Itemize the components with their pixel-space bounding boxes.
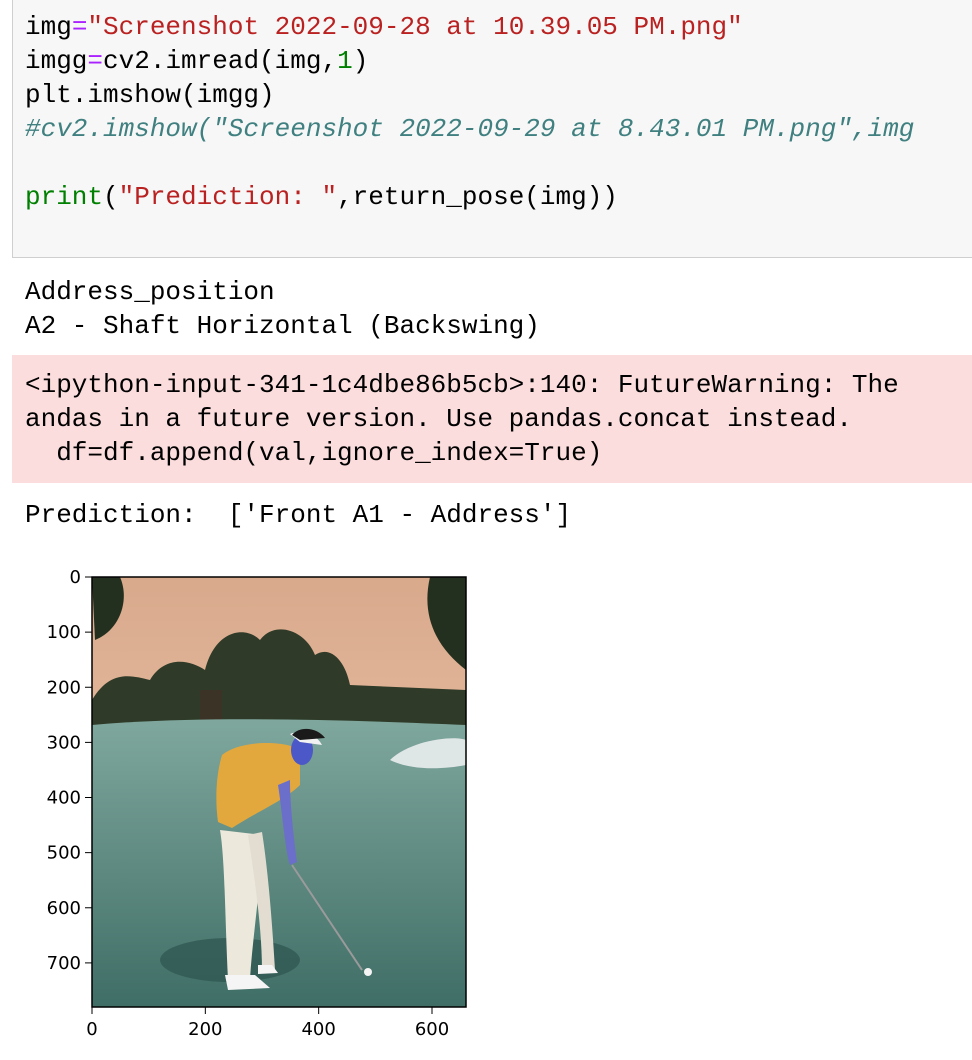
warning-line: andas in a future version. Use pandas.co… bbox=[25, 404, 852, 434]
y-tick-label: 700 bbox=[47, 953, 81, 974]
code-line-4: #cv2.imshow("Screenshot 2022-09-29 at 8.… bbox=[25, 114, 915, 144]
code-line-1: img="Screenshot 2022-09-28 at 10.39.05 P… bbox=[25, 10, 743, 44]
y-tick-label: 400 bbox=[47, 788, 81, 809]
code-token: "Screenshot 2022-09-28 at 10.39.05 PM.pn… bbox=[87, 12, 743, 42]
code-line-6: print("Prediction: ",return_pose(img)) bbox=[25, 180, 618, 214]
warning-line: df=df.append(val,ignore_index=True) bbox=[25, 438, 603, 468]
code-token: = bbox=[71, 12, 88, 42]
code-token: img bbox=[25, 12, 72, 42]
code-token: 1 bbox=[337, 46, 353, 76]
output-line: Address_position bbox=[25, 277, 275, 307]
x-tick-label: 600 bbox=[415, 1019, 449, 1040]
code-token: ) bbox=[352, 46, 369, 76]
y-tick-label: 100 bbox=[47, 622, 81, 643]
y-tick-label: 500 bbox=[47, 843, 81, 864]
code-token: ( bbox=[103, 182, 119, 212]
code-line-3: plt.imshow(imgg) bbox=[25, 80, 275, 110]
prediction-output: Prediction: ['Front A1 - Address'] bbox=[25, 500, 572, 530]
x-tick-label: 400 bbox=[301, 1019, 335, 1040]
code-token: cv2.imread(img, bbox=[103, 46, 338, 76]
golfer-photo bbox=[92, 577, 466, 1007]
y-tick-label: 300 bbox=[47, 732, 81, 753]
output-line: A2 - Shaft Horizontal (Backswing) bbox=[25, 311, 540, 341]
x-tick-label: 200 bbox=[188, 1019, 222, 1040]
code-cell[interactable]: img="Screenshot 2022-09-28 at 10.39.05 P… bbox=[12, 0, 972, 258]
y-tick-label: 600 bbox=[47, 898, 81, 919]
x-tick-label: 0 bbox=[86, 1019, 97, 1040]
image-plot: 0 200 400 600 0 100 200 300 400 500 600 700 bbox=[47, 567, 467, 1040]
code-token: print bbox=[25, 182, 104, 212]
y-tick-label: 200 bbox=[47, 677, 81, 698]
stderr-output: <ipython-input-341-1c4dbe86b5cb>:140: Fu… bbox=[12, 355, 972, 483]
code-token: "Prediction: " bbox=[118, 182, 338, 212]
code-token: imgg bbox=[25, 46, 88, 76]
y-tick-label: 0 bbox=[70, 567, 81, 588]
code-token: ,return_pose(img)) bbox=[337, 182, 618, 212]
code-line-2: imgg=cv2.imread(img,1) bbox=[25, 44, 368, 78]
warning-line: <ipython-input-341-1c4dbe86b5cb>:140: Fu… bbox=[25, 370, 899, 400]
code-token: = bbox=[87, 46, 104, 76]
